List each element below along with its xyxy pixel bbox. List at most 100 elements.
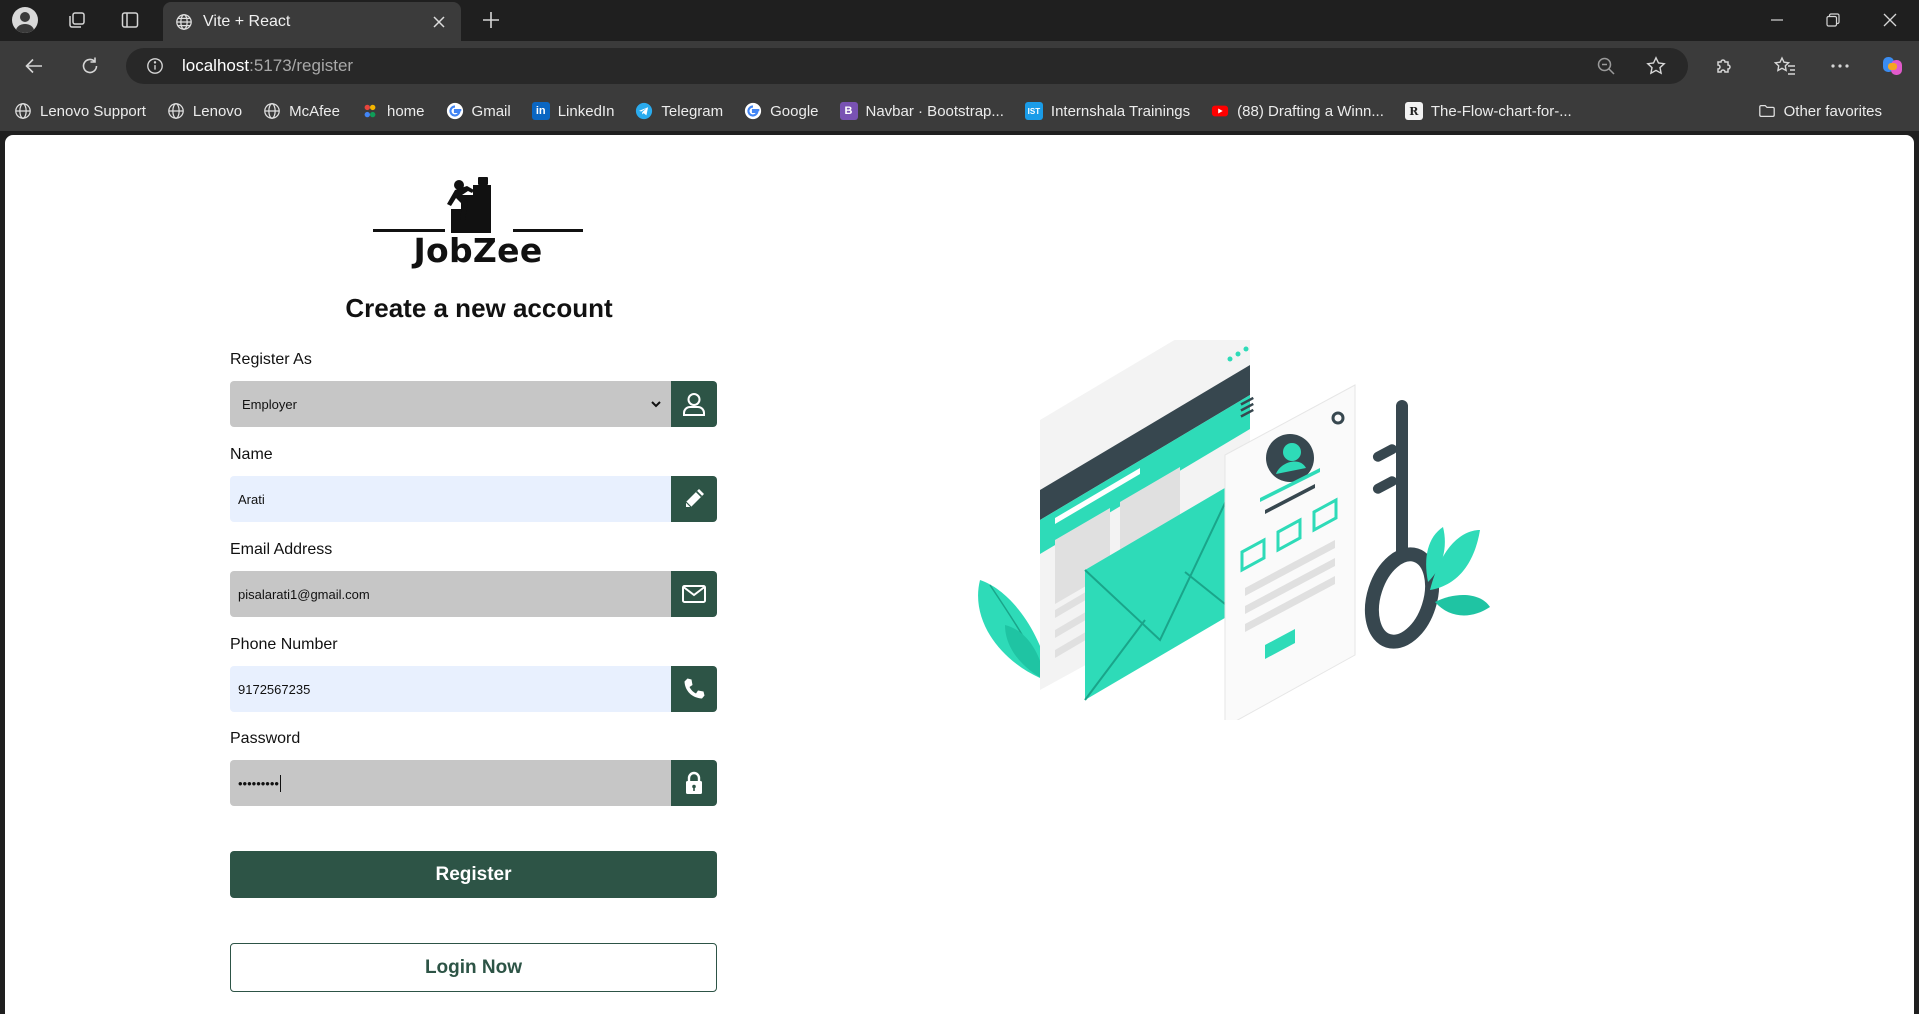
leaf-left-icon <box>978 580 1050 680</box>
close-icon <box>433 15 445 28</box>
more-horizontal-icon <box>1831 64 1849 68</box>
minimize-button[interactable] <box>1754 6 1800 34</box>
bookmark-telegram[interactable]: Telegram <box>635 97 723 125</box>
name-group: Arati <box>230 476 717 522</box>
other-favorites[interactable]: Other favorites <box>1758 97 1882 125</box>
page-viewport: JobZee Create a new account Register As … <box>5 135 1914 1014</box>
bookmark-label: Lenovo <box>192 102 243 120</box>
name-input[interactable]: Arati <box>230 476 671 522</box>
key-icon <box>1364 400 1440 649</box>
back-button[interactable] <box>18 51 50 81</box>
globe-icon <box>176 13 192 30</box>
text-cursor <box>279 774 281 792</box>
favorites-icon <box>1774 56 1795 75</box>
register-button[interactable]: Register <box>230 851 717 898</box>
favorite-button[interactable] <box>1641 51 1671 81</box>
email-label: Email Address <box>230 541 333 558</box>
email-group: pisalarati1@gmail.com <box>230 571 717 617</box>
google-icon <box>446 102 463 120</box>
bookmark-mcafee[interactable]: McAfee <box>263 97 340 125</box>
info-icon[interactable] <box>146 57 164 75</box>
browser-tabstrip: Vite + React <box>0 0 1919 41</box>
phone-label: Phone Number <box>230 636 338 653</box>
page-title: Create a new account <box>345 293 613 323</box>
address-bar[interactable]: localhost:5173/register <box>126 48 1688 84</box>
zoom-out-icon <box>1597 57 1615 75</box>
restore-button[interactable] <box>1810 6 1856 34</box>
browser-toolbar: localhost:5173/register <box>0 41 1919 91</box>
bookmark-linkedin[interactable]: in LinkedIn <box>531 97 615 125</box>
plus-icon <box>483 12 499 28</box>
internshala-icon: IST <box>1024 102 1043 120</box>
bookmark-lenovo-support[interactable]: Lenovo Support <box>14 97 146 125</box>
favorites-button[interactable] <box>1769 51 1801 81</box>
restore-icon <box>1826 13 1840 27</box>
zoom-button[interactable] <box>1591 51 1621 81</box>
bookmark-label: LinkedIn <box>557 102 615 120</box>
bookmark-google[interactable]: Google <box>744 97 819 125</box>
bookmark-label: Telegram <box>661 102 724 120</box>
bookmark-bootstrap[interactable]: B Navbar · Bootstrap... <box>839 97 1004 125</box>
google-icon <box>745 102 762 120</box>
email-field[interactable]: pisalarati1@gmail.com <box>230 571 671 617</box>
bookmark-lenovo[interactable]: Lenovo <box>167 97 242 125</box>
puzzle-icon <box>1717 59 1731 73</box>
bookmark-youtube[interactable]: (88) Drafting a Winn... <box>1211 97 1384 125</box>
telegram-icon <box>636 102 653 120</box>
arrow-left-icon <box>25 58 42 74</box>
lock-icon-addon <box>671 760 717 806</box>
url-host: localhost <box>182 56 250 75</box>
globe-icon <box>168 103 184 119</box>
pencil-icon-addon <box>671 476 717 522</box>
login-now-button[interactable]: Login Now <box>230 943 717 992</box>
bookmark-label: home <box>387 102 425 120</box>
mail-icon <box>682 585 706 603</box>
signup-illustration <box>960 295 1490 728</box>
climbing-person-logo-icon <box>373 177 583 233</box>
tab-title: Vite + React <box>203 12 291 30</box>
leaf-right-icon <box>1426 527 1490 616</box>
url-text: localhost:5173/register <box>182 56 353 76</box>
bookmark-flowchart[interactable]: R The-Flow-chart-for-... <box>1404 97 1572 125</box>
profile-button[interactable] <box>10 6 40 34</box>
bookmark-gmail[interactable]: Gmail <box>446 97 511 125</box>
bookmark-label: Google <box>770 102 819 120</box>
bootstrap-icon: B <box>839 102 858 120</box>
phone-icon-addon <box>671 666 717 712</box>
s-logo-icon <box>364 104 376 118</box>
linkedin-icon: in <box>531 102 550 120</box>
name-label: Name <box>230 446 273 463</box>
chevron-down-icon <box>651 401 661 408</box>
reload-button[interactable] <box>74 51 106 81</box>
tab-actions-button[interactable] <box>115 6 145 34</box>
user-icon-addon <box>671 381 717 427</box>
bookmark-home[interactable]: home <box>361 97 425 125</box>
bookmark-label: The-Flow-chart-for-... <box>1430 102 1572 120</box>
bookmark-label: Navbar · Bootstrap... <box>865 102 1004 120</box>
star-icon <box>1646 56 1666 75</box>
lock-icon <box>686 771 702 794</box>
folder-icon <box>1758 104 1775 118</box>
bookmark-internshala[interactable]: IST Internshala Trainings <box>1024 97 1190 125</box>
password-input[interactable]: ••••••••• <box>230 760 671 806</box>
register-as-select[interactable]: Employer <box>230 381 671 427</box>
extensions-button[interactable] <box>1708 51 1740 81</box>
tab-close-button[interactable] <box>429 12 449 32</box>
globe-icon <box>15 103 31 119</box>
bookmark-label: McAfee <box>289 102 340 120</box>
workspaces-button[interactable] <box>62 6 92 34</box>
new-tab-button[interactable] <box>476 6 506 34</box>
workspaces-icon <box>69 12 85 28</box>
vertical-tabs-icon <box>121 12 139 28</box>
close-window-button[interactable] <box>1867 6 1913 34</box>
jobzee-logo <box>363 175 583 235</box>
close-icon <box>1883 13 1897 27</box>
mail-icon-addon <box>671 571 717 617</box>
phone-input[interactable]: 9172567235 <box>230 666 671 712</box>
register-as-label: Register As <box>230 351 312 368</box>
copilot-button[interactable] <box>1877 51 1909 81</box>
phone-icon <box>684 678 705 699</box>
user-icon <box>683 393 705 416</box>
settings-more-button[interactable] <box>1824 51 1856 81</box>
tab-active[interactable]: Vite + React <box>163 2 461 41</box>
